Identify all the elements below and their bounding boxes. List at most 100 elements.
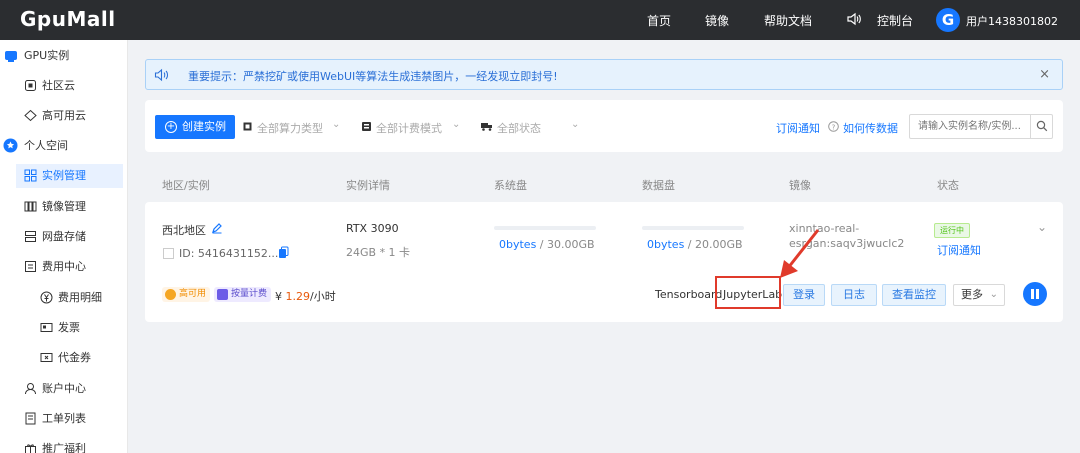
sidebar-label: 镜像管理 xyxy=(42,200,86,213)
chevron-down-icon: ⌄ xyxy=(571,119,580,130)
chevron-down-icon[interactable]: ⌄ xyxy=(1037,220,1047,234)
nav-images[interactable]: 镜像 xyxy=(705,12,729,29)
user-icon xyxy=(25,383,36,395)
search-input[interactable] xyxy=(910,115,1030,138)
gpu-spec: 24GB * 1 卡 xyxy=(346,246,411,259)
pause-button[interactable] xyxy=(1023,282,1047,306)
sidebar-item-billing[interactable]: 费用中心 xyxy=(0,255,128,279)
search-box xyxy=(909,114,1053,139)
avatar[interactable]: G xyxy=(936,8,960,32)
upload-data-link[interactable]: 如何传数据 xyxy=(843,120,898,136)
chevron-down-icon: ⌄ xyxy=(452,119,461,130)
chip-icon xyxy=(243,122,252,131)
sidebar-item-instance-mgmt[interactable]: 实例管理 xyxy=(16,164,123,188)
sidebar-item-ha-cloud[interactable]: 高可用云 xyxy=(0,104,128,128)
system-disk-used: 0bytes xyxy=(499,238,537,251)
tensorboard-link[interactable]: Tensorboard xyxy=(655,288,722,301)
sidebar-item-invoice[interactable]: 发票 xyxy=(0,316,128,340)
billing-icon xyxy=(25,261,36,272)
sidebar-label: 社区云 xyxy=(42,79,75,92)
ha-icon xyxy=(165,289,176,300)
create-instance-button[interactable]: + 创建实例 xyxy=(155,115,235,139)
region-label: 西北地区 xyxy=(162,224,206,237)
price: ¥ 1.29/小时 xyxy=(275,288,336,304)
instance-card: 西北地区 ID: 5416431152... RTX 3090 24GB * 1… xyxy=(145,202,1063,322)
search-icon xyxy=(1036,120,1048,132)
log-button[interactable]: 日志 xyxy=(831,284,877,306)
col-region: 地区/实例 xyxy=(162,179,210,192)
system-disk-usage: 0bytes / 30.00GB xyxy=(499,238,595,251)
nav-console[interactable]: 控制台 xyxy=(877,12,913,29)
system-disk-total: / 30.00GB xyxy=(536,238,595,251)
data-disk-used: 0bytes xyxy=(647,238,685,251)
create-instance-label: 创建实例 xyxy=(182,120,226,133)
sidebar-label: 推广福利 xyxy=(42,442,86,453)
col-status: 状态 xyxy=(937,179,959,192)
price-unit: /小时 xyxy=(310,290,336,303)
edit-icon[interactable] xyxy=(211,222,223,234)
gift-icon xyxy=(25,444,36,453)
help-icon: ? xyxy=(828,121,839,132)
sidebar-label: 个人空间 xyxy=(24,139,68,152)
sidebar-label: 网盘存储 xyxy=(42,230,86,243)
grid-icon xyxy=(24,169,37,182)
col-system-disk: 系统盘 xyxy=(494,179,527,192)
monitor-button[interactable]: 查看监控 xyxy=(882,284,946,306)
billing-tag-label: 按量计费 xyxy=(231,289,268,299)
subscribe-link[interactable]: 订阅通知 xyxy=(776,120,820,136)
image-name-line2: esrgan:saqv3jwuclc2 xyxy=(789,237,905,250)
sidebar-label: 高可用云 xyxy=(42,109,86,122)
notice-text: 重要提示：严禁挖矿或使用WebUI等算法生成违禁图片，一经发现立即封号! xyxy=(188,70,558,83)
close-icon[interactable]: × xyxy=(1039,67,1050,82)
search-button[interactable] xyxy=(1030,115,1052,138)
username[interactable]: 用户1438301802 xyxy=(966,13,1058,29)
sidebar-item-community-cloud[interactable]: 社区云 xyxy=(0,74,128,98)
speaker-icon xyxy=(154,68,168,82)
sidebar: GPU实例 社区云 高可用云 个人空间 实例管理 镜像管理 网盘存储 费用中心 … xyxy=(0,40,128,453)
subscribe-status-link[interactable]: 订阅通知 xyxy=(937,242,981,258)
ticket-icon xyxy=(25,412,36,425)
top-bar: GpuMall 首页 镜像 帮助文档 控制台 G 用户1438301802 xyxy=(0,0,1080,40)
community-cloud-icon xyxy=(25,80,36,91)
sidebar-item-promo[interactable]: 推广福利 xyxy=(0,437,128,453)
gpu-icon xyxy=(5,51,17,62)
login-button[interactable]: 登录 xyxy=(783,284,825,306)
data-disk-total: / 20.00GB xyxy=(684,238,743,251)
chevron-down-icon: ⌄ xyxy=(989,289,998,300)
sidebar-label: 费用中心 xyxy=(42,260,86,273)
copy-icon[interactable] xyxy=(278,246,289,259)
sidebar-item-tickets[interactable]: 工单列表 xyxy=(0,407,128,431)
col-data-disk: 数据盘 xyxy=(642,179,675,192)
instance-checkbox[interactable] xyxy=(163,248,174,259)
truck-icon xyxy=(481,123,492,131)
sidebar-item-gpu-instance[interactable]: GPU实例 xyxy=(0,44,128,68)
star-icon xyxy=(3,138,18,153)
power-type-label: 全部算力类型 xyxy=(257,122,323,135)
table-header: 地区/实例 实例详情 系统盘 数据盘 镜像 状态 xyxy=(145,164,1063,202)
logo[interactable]: GpuMall xyxy=(20,7,116,31)
plus-icon: + xyxy=(165,121,177,133)
sidebar-item-fee-detail[interactable]: 费用明细 xyxy=(0,286,128,310)
storage-icon xyxy=(25,231,36,242)
nav-home[interactable]: 首页 xyxy=(647,12,671,29)
sidebar-item-image-mgmt[interactable]: 镜像管理 xyxy=(0,195,128,219)
sidebar-label: 工单列表 xyxy=(42,412,86,425)
svg-text:?: ? xyxy=(832,123,836,131)
billing-mode-label: 全部计费模式 xyxy=(376,122,442,135)
gpu-model: RTX 3090 xyxy=(346,222,399,235)
ha-tag: 高可用 xyxy=(162,287,211,302)
more-button[interactable]: 更多 ⌄ xyxy=(953,284,1005,306)
status-filter-label: 全部状态 xyxy=(497,122,541,135)
sidebar-item-personal-space[interactable]: 个人空间 xyxy=(0,134,128,158)
speaker-icon[interactable] xyxy=(846,11,862,27)
system-disk-progress xyxy=(494,226,596,230)
sidebar-item-coupon[interactable]: 代金券 xyxy=(0,346,128,370)
chevron-down-icon: ⌄ xyxy=(332,119,341,130)
nav-docs[interactable]: 帮助文档 xyxy=(764,12,812,29)
sidebar-item-account[interactable]: 账户中心 xyxy=(0,377,128,401)
sidebar-item-storage[interactable]: 网盘存储 xyxy=(0,225,128,249)
more-label: 更多 xyxy=(961,288,983,301)
col-image: 镜像 xyxy=(789,179,811,192)
image-icon xyxy=(24,201,37,212)
data-disk-usage: 0bytes / 20.00GB xyxy=(647,238,743,251)
